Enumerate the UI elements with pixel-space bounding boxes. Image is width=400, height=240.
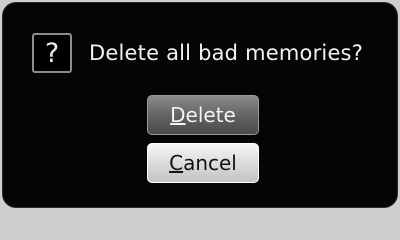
cancel-mnemonic: C (169, 151, 184, 175)
delete-mnemonic: D (170, 103, 186, 127)
dialog-message: Delete all bad memories? (89, 41, 364, 65)
cancel-button[interactable]: Cancel (147, 143, 259, 183)
cancel-label-rest: ancel (183, 151, 237, 175)
confirm-dialog: ? Delete all bad memories? Delete Cancel (2, 2, 398, 208)
question-mark-glyph: ? (44, 37, 60, 69)
question-mark-icon: ? (32, 33, 72, 73)
dialog-header: ? Delete all bad memories? (32, 33, 363, 73)
delete-label-rest: elete (185, 103, 236, 127)
delete-button[interactable]: Delete (147, 95, 259, 135)
